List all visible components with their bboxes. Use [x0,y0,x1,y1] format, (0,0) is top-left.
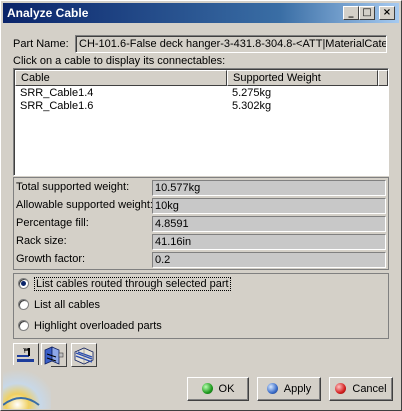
ok-label: OK [218,383,235,395]
total-weight-value: 10.577kg [152,180,386,196]
table-cell-cable: SRR_Cable1.6 [20,100,94,112]
display-options-group: List cables routed through selected part… [13,273,389,339]
cancel-icon [335,383,347,394]
cancel-label: Cancel [352,383,387,395]
option-list-routed-cables[interactable]: List cables routed through selected part [18,277,231,294]
part-name-label: Part Name: [13,38,69,50]
column-header-weight-label: Supported Weight [233,72,321,84]
total-weight-label: Total supported weight: [16,181,130,193]
apply-label: Apply [283,383,312,395]
ok-button[interactable]: OK [187,377,249,401]
maximize-icon: □ [362,7,372,18]
allowable-weight-label: Allowable supported weight: [16,199,153,211]
column-header-cable[interactable]: Cable [15,70,227,86]
cable-list[interactable]: Cable Supported Weight SRR_Cable1.4 5.27… [13,68,389,176]
cancel-button[interactable]: Cancel [329,377,393,401]
minimize-icon: _ [348,7,354,18]
route-view-icon [44,346,64,365]
radio-unselected-icon[interactable] [18,320,29,331]
radio-unselected-icon[interactable] [18,299,29,310]
analyze-cable-dialog: Analyze Cable _ □ × Part Name: CH-101.6-… [0,0,402,411]
percentage-fill-value: 4.8591 [152,216,386,232]
growth-factor-value: 0.2 [152,252,386,268]
svg-text:T: T [22,348,27,355]
option-label: List all cables [34,299,101,311]
rack-size-value: 41.16in [152,234,386,250]
window-title: Analyze Cable [7,6,89,20]
close-button[interactable]: × [379,6,395,20]
apply-icon [266,383,278,394]
allowable-weight-value: 10kg [152,198,386,214]
table-cell-weight: 5.302kg [232,100,272,112]
route-view-button[interactable] [41,343,67,367]
option-label: Highlight overloaded parts [34,320,162,332]
column-header-supported-weight[interactable]: Supported Weight [227,70,378,86]
instruction-text: Click on a cable to display its connecta… [13,55,226,67]
rack-size-label: Rack size: [16,235,67,247]
apply-button[interactable]: Apply [257,377,321,401]
option-list-all-cables[interactable]: List all cables [18,299,100,315]
app-logo [3,365,51,409]
table-cell-weight: 5.275kg [232,87,272,99]
maximize-button[interactable]: □ [359,6,375,20]
option-highlight-overloaded[interactable]: Highlight overloaded parts [18,320,162,336]
table-row[interactable]: SRR_Cable1.6 5.302kg [15,100,387,113]
ok-icon [201,383,213,394]
option-label: List cables routed through selected part [34,277,231,291]
radio-selected-icon[interactable] [18,278,29,289]
minimize-button[interactable]: _ [343,6,359,20]
column-header-filler [378,70,388,86]
table-cell-cable: SRR_Cable1.4 [20,87,94,99]
table-row[interactable]: SRR_Cable1.4 5.275kg [15,87,387,100]
cable-list-icon: T [17,348,34,362]
cable-list-button[interactable]: T [13,343,39,367]
cable-bundle-button[interactable] [71,343,97,367]
part-name-field[interactable]: CH-101.6-False deck hanger-3-431.8-304.8… [75,35,387,53]
close-icon: × [382,7,392,18]
percentage-fill-label: Percentage fill: [16,217,89,229]
column-header-cable-label: Cable [21,72,50,84]
cable-stats-panel: Total supported weight: 10.577kg Allowab… [13,177,389,270]
cable-bundle-icon [74,347,94,365]
growth-factor-label: Growth factor: [16,253,86,265]
title-bar[interactable]: Analyze Cable _ □ × [3,3,399,23]
